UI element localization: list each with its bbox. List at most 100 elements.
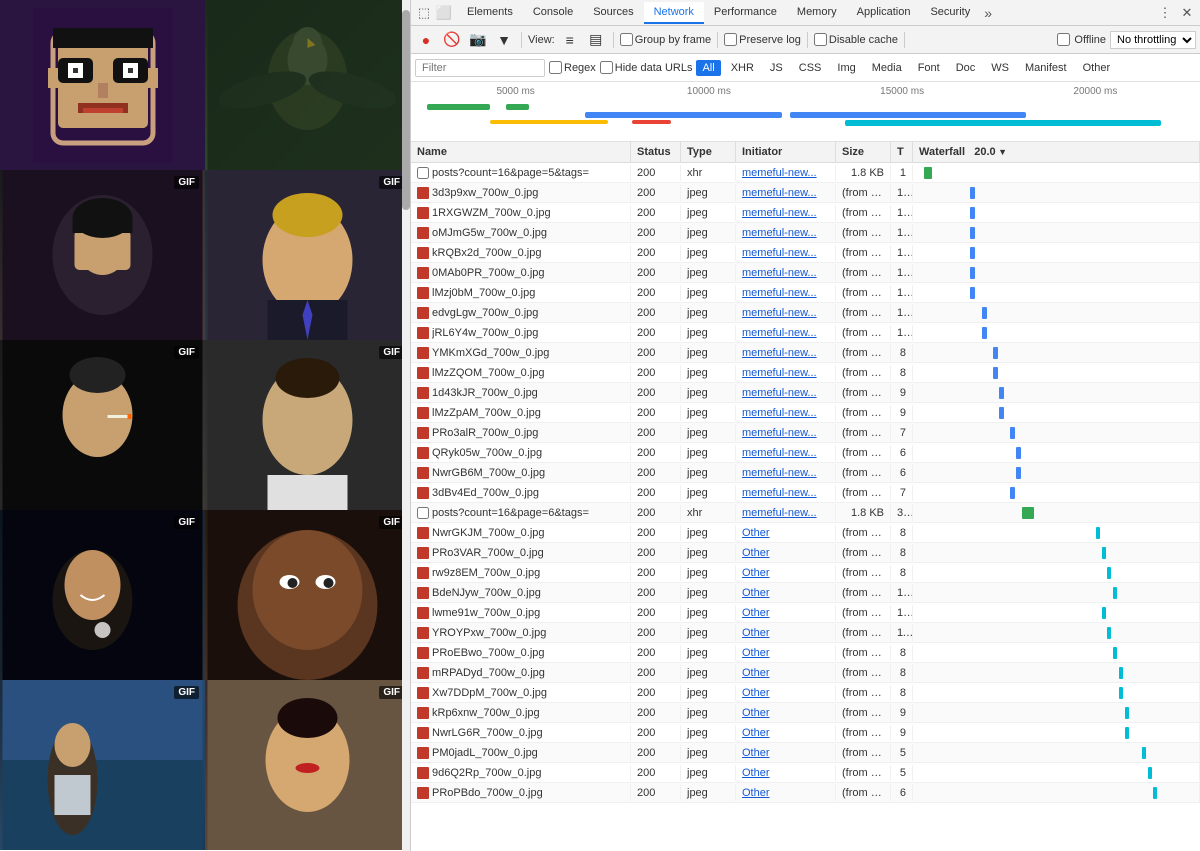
table-row[interactable]: jRL6Y4w_700w_0.jpg200jpegmemeful-new...(… — [411, 323, 1200, 343]
image-cell-4[interactable]: GIF — [205, 170, 410, 340]
cell-initiator[interactable]: Other — [736, 565, 836, 581]
filter-font-tag[interactable]: Font — [912, 60, 946, 76]
cell-initiator[interactable]: memeful-new... — [736, 305, 836, 321]
table-row[interactable]: PRo3alR_700w_0.jpg200jpegmemeful-new...(… — [411, 423, 1200, 443]
table-row[interactable]: kRp6xnw_700w_0.jpg200jpegOther(from d...… — [411, 703, 1200, 723]
cell-initiator[interactable]: memeful-new... — [736, 225, 836, 241]
filter-js-tag[interactable]: JS — [764, 60, 789, 76]
table-row[interactable]: 0MAb0PR_700w_0.jpg200jpegmemeful-new...(… — [411, 263, 1200, 283]
header-name[interactable]: Name — [411, 142, 631, 162]
group-by-frame-input[interactable] — [620, 33, 633, 46]
preserve-log-checkbox[interactable]: Preserve log — [724, 33, 801, 46]
table-row[interactable]: lMzZpAM_700w_0.jpg200jpegmemeful-new...(… — [411, 403, 1200, 423]
table-row[interactable]: mRPADyd_700w_0.jpg200jpegOther(from d...… — [411, 663, 1200, 683]
table-row[interactable]: lMzZQOM_700w_0.jpg200jpegmemeful-new...(… — [411, 363, 1200, 383]
preserve-log-input[interactable] — [724, 33, 737, 46]
throttling-select[interactable]: No throttling Fast 3G Slow 3G Offline — [1110, 31, 1196, 49]
cell-initiator[interactable]: memeful-new... — [736, 265, 836, 281]
table-row[interactable]: BdeNJyw_700w_0.jpg200jpegOther(from d...… — [411, 583, 1200, 603]
devtools-menu-icon[interactable]: ⋮ — [1156, 4, 1174, 22]
filter-doc-tag[interactable]: Doc — [950, 60, 982, 76]
record-button[interactable]: ● — [415, 29, 437, 51]
tab-sources[interactable]: Sources — [583, 2, 643, 24]
table-row[interactable]: posts?count=16&page=6&tags=200xhrmemeful… — [411, 503, 1200, 523]
table-row[interactable]: NwrLG6R_700w_0.jpg200jpegOther(from d...… — [411, 723, 1200, 743]
table-row[interactable]: lwme91w_700w_0.jpg200jpegOther(from d...… — [411, 603, 1200, 623]
scrollbar[interactable] — [402, 0, 410, 851]
table-row[interactable]: edvgLgw_700w_0.jpg200jpegmemeful-new...(… — [411, 303, 1200, 323]
table-row[interactable]: YROYPxw_700w_0.jpg200jpegOther(from d...… — [411, 623, 1200, 643]
cell-initiator[interactable]: Other — [736, 705, 836, 721]
cell-initiator[interactable]: Other — [736, 625, 836, 641]
filter-all-tag[interactable]: All — [696, 60, 720, 76]
cell-initiator[interactable]: Other — [736, 545, 836, 561]
cell-initiator[interactable]: Other — [736, 685, 836, 701]
filter-img-tag[interactable]: Img — [831, 60, 861, 76]
cell-initiator[interactable]: memeful-new... — [736, 505, 836, 521]
cell-initiator[interactable]: memeful-new... — [736, 165, 836, 181]
cell-initiator[interactable]: Other — [736, 745, 836, 761]
filter-other-tag[interactable]: Other — [1077, 60, 1117, 76]
header-initiator[interactable]: Initiator — [736, 142, 836, 162]
table-row[interactable]: QRyk05w_700w_0.jpg200jpegmemeful-new...(… — [411, 443, 1200, 463]
hide-data-urls-checkbox[interactable]: Hide data URLs — [600, 61, 693, 74]
cell-initiator[interactable]: Other — [736, 605, 836, 621]
cell-initiator[interactable]: memeful-new... — [736, 365, 836, 381]
filter-xhr-tag[interactable]: XHR — [725, 60, 760, 76]
cell-initiator[interactable]: Other — [736, 525, 836, 541]
filter-manifest-tag[interactable]: Manifest — [1019, 60, 1073, 76]
table-row[interactable]: kRQBx2d_700w_0.jpg200jpegmemeful-new...(… — [411, 243, 1200, 263]
cell-initiator[interactable]: Other — [736, 645, 836, 661]
image-cell-5[interactable]: GIF — [0, 340, 205, 510]
table-row[interactable]: PRoPBdo_700w_0.jpg200jpegOther(from d...… — [411, 783, 1200, 803]
table-row[interactable]: Xw7DDpM_700w_0.jpg200jpegOther(from d...… — [411, 683, 1200, 703]
cell-initiator[interactable]: memeful-new... — [736, 485, 836, 501]
cell-initiator[interactable]: Other — [736, 585, 836, 601]
table-row[interactable]: rw9z8EM_700w_0.jpg200jpegOther(from d...… — [411, 563, 1200, 583]
image-cell-3[interactable]: GIF — [0, 170, 205, 340]
disable-cache-checkbox[interactable]: Disable cache — [814, 33, 898, 46]
filter-ws-tag[interactable]: WS — [985, 60, 1015, 76]
cell-initiator[interactable]: memeful-new... — [736, 245, 836, 261]
cursor-icon[interactable]: ⬚ — [415, 4, 433, 22]
filter-media-tag[interactable]: Media — [866, 60, 908, 76]
list-view-button[interactable]: ≡ — [559, 29, 581, 51]
disable-cache-input[interactable] — [814, 33, 827, 46]
filter-css-tag[interactable]: CSS — [793, 60, 828, 76]
cell-initiator[interactable]: Other — [736, 725, 836, 741]
tab-memory[interactable]: Memory — [787, 2, 847, 24]
tab-more-icon[interactable]: » — [984, 5, 992, 21]
clear-button[interactable]: 🚫 — [441, 29, 463, 51]
filter-toggle-button[interactable]: ▼ — [493, 29, 515, 51]
cell-initiator[interactable]: memeful-new... — [736, 205, 836, 221]
image-cell-8[interactable]: GIF — [205, 510, 410, 680]
regex-input[interactable] — [549, 61, 562, 74]
cell-initiator[interactable]: memeful-new... — [736, 425, 836, 441]
table-row[interactable]: 9d6Q2Rp_700w_0.jpg200jpegOther(from d...… — [411, 763, 1200, 783]
image-cell-2[interactable] — [205, 0, 410, 170]
image-cell-7[interactable]: GIF — [0, 510, 205, 680]
cell-initiator[interactable]: memeful-new... — [736, 445, 836, 461]
offline-checkbox[interactable]: Offline — [1057, 33, 1106, 46]
cell-initiator[interactable]: Other — [736, 765, 836, 781]
cell-initiator[interactable]: memeful-new... — [736, 285, 836, 301]
image-cell-6[interactable]: GIF — [205, 340, 410, 510]
image-cell-9[interactable]: GIF — [0, 680, 205, 850]
offline-input[interactable] — [1057, 33, 1070, 46]
cell-initiator[interactable]: Other — [736, 785, 836, 801]
cell-initiator[interactable]: memeful-new... — [736, 185, 836, 201]
tab-performance[interactable]: Performance — [704, 2, 787, 24]
tab-application[interactable]: Application — [847, 2, 921, 24]
header-size[interactable]: Size — [836, 142, 891, 162]
tab-network[interactable]: Network — [644, 2, 704, 24]
cell-initiator[interactable]: memeful-new... — [736, 325, 836, 341]
tab-elements[interactable]: Elements — [457, 2, 523, 24]
table-row[interactable]: 3d3p9xw_700w_0.jpg200jpegmemeful-new...(… — [411, 183, 1200, 203]
cell-initiator[interactable]: memeful-new... — [736, 385, 836, 401]
cell-initiator[interactable]: memeful-new... — [736, 345, 836, 361]
row-checkbox[interactable] — [417, 507, 429, 519]
image-cell-1[interactable] — [0, 0, 205, 170]
cell-initiator[interactable]: memeful-new... — [736, 465, 836, 481]
device-icon[interactable]: ⬜ — [435, 4, 453, 22]
cell-initiator[interactable]: memeful-new... — [736, 405, 836, 421]
